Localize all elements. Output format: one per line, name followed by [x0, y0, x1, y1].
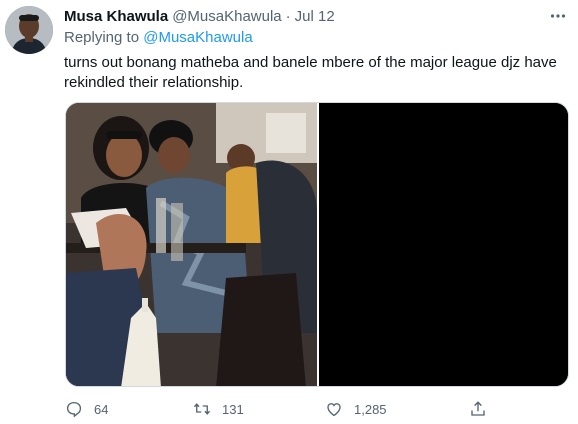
separator-dot: · — [285, 7, 291, 25]
tweet[interactable]: Musa Khawula @MusaKhawula · Jul 12 Reply… — [0, 0, 578, 424]
restaurant-photo — [66, 103, 317, 386]
tweet-media[interactable] — [65, 102, 569, 387]
reply-icon — [64, 399, 84, 419]
avatar[interactable] — [5, 6, 53, 54]
retweet-icon — [192, 399, 212, 419]
reply-count: 64 — [94, 401, 109, 417]
tweet-header: Musa Khawula @MusaKhawula · Jul 12 — [64, 6, 568, 26]
more-icon — [550, 14, 566, 18]
tweet-actions: 64 131 1,285 — [64, 398, 494, 420]
heart-icon — [324, 399, 344, 419]
replying-to: Replying to @MusaKhawula — [64, 29, 568, 49]
retweet-button[interactable]: 131 — [192, 398, 244, 420]
like-button[interactable]: 1,285 — [324, 398, 387, 420]
retweet-count: 131 — [222, 401, 244, 417]
tweet-text: turns out bonang matheba and banele mber… — [64, 54, 557, 91]
replying-to-label: Replying to — [64, 29, 140, 46]
tweet-content: Musa Khawula @MusaKhawula · Jul 12 Reply… — [64, 6, 568, 93]
like-count: 1,285 — [354, 401, 387, 417]
avatar-photo — [5, 6, 53, 54]
tweet-date[interactable]: Jul 12 — [295, 8, 335, 25]
display-name[interactable]: Musa Khawula — [64, 8, 168, 25]
media-photo-right[interactable] — [319, 103, 568, 386]
user-handle[interactable]: @MusaKhawula — [172, 8, 281, 25]
share-icon — [468, 399, 488, 419]
reply-button[interactable]: 64 — [64, 398, 108, 420]
share-button[interactable] — [468, 398, 488, 420]
replying-to-link[interactable]: @MusaKhawula — [143, 29, 252, 46]
media-photo-left[interactable] — [66, 103, 317, 386]
more-button[interactable] — [548, 6, 568, 26]
